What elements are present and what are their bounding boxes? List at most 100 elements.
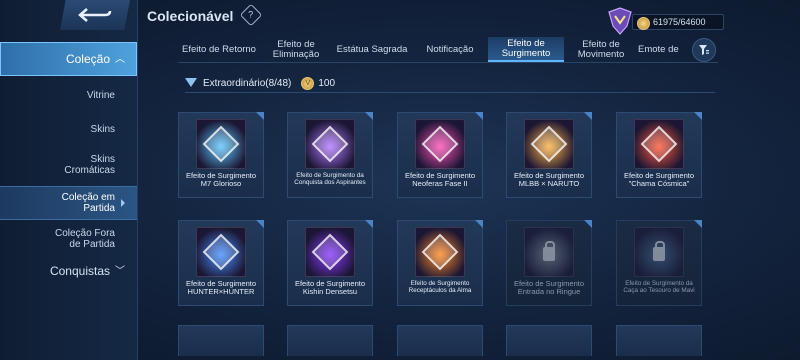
filter-icon (699, 45, 709, 55)
sidebar-item-colecao-em-partida[interactable]: Coleção em Partida (0, 186, 137, 220)
sidebar-item-label: Coleção (65, 51, 110, 66)
selected-indicator-icon (121, 199, 125, 207)
tab-label: Notificação (426, 43, 474, 55)
effect-card[interactable]: Efeito de Surgimento "Chama Cósmica" (616, 112, 702, 198)
sidebar-item-colecao-fora-de-partida[interactable]: Coleção Fora de Partida (0, 222, 137, 256)
sidebar-item-label: Coleção em Partida (61, 192, 115, 214)
tab-efeito-de-movimento[interactable]: Efeito de Movimento (564, 37, 638, 62)
tab-label: Efeito de Movimento (577, 38, 625, 60)
effect-card[interactable]: Efeito de Surgimento HUNTER×HUNTER (178, 220, 264, 306)
tab-label: Estátua Sagrada (336, 43, 408, 55)
card-corner-tag (584, 112, 592, 120)
tab-efeito-de-retorno[interactable]: Efeito de Retorno (178, 37, 260, 62)
tab-label: Emote de (638, 43, 679, 55)
card-corner-tag (694, 220, 702, 228)
effect-emblem-icon (421, 125, 459, 163)
chevron-down-icon: ﹀ (115, 265, 125, 277)
effect-card-name: Efeito de Surgimento M7 Glorioso (185, 171, 257, 188)
card-partial[interactable] (616, 325, 702, 356)
tab-efeito-de-eliminacao[interactable]: Efeito de Eliminação (260, 37, 332, 62)
effect-thumbnail (415, 119, 465, 169)
card-corner-tag (475, 112, 483, 120)
section-header: Extraordinário(8/48) V 100 (185, 74, 715, 93)
lock-icon (653, 241, 665, 261)
effect-card-name: Efeito de Surgimento Receptáculos da Alm… (408, 280, 472, 294)
effect-emblem-icon (202, 125, 240, 163)
sidebar-item-label: Coleção Fora de Partida (54, 228, 115, 250)
effect-card-name: Efeito de Surgimento Kishin Densetsu (294, 279, 366, 296)
card-corner-tag (256, 112, 264, 120)
coin-icon: V (301, 76, 315, 90)
card-partial[interactable] (397, 325, 483, 356)
help-icon[interactable]: ? (239, 3, 263, 27)
coin-icon (637, 17, 650, 30)
sidebar-item-label: Skins (90, 123, 115, 135)
effect-thumbnail (524, 119, 574, 169)
effect-emblem-icon (530, 125, 568, 163)
effect-card[interactable]: Efeito de Surgimento Receptáculos da Alm… (397, 220, 483, 306)
effect-card[interactable]: Efeito de Surgimento Neoferas Fase II (397, 112, 483, 198)
sidebar: Coleção ︿ Vitrine Skins Skins Cromáticas… (0, 0, 138, 360)
effect-card[interactable]: Efeito de Surgimento MLBB × NARUTO (506, 112, 592, 198)
sidebar-item-vitrine[interactable]: Vitrine (0, 80, 137, 110)
effect-card-name: Efeito de Surgimento Neoferas Fase II (404, 171, 476, 188)
tab-label: Efeito de Retorno (182, 43, 256, 55)
effect-card[interactable]: Efeito de Surgimento M7 Glorioso (178, 112, 264, 198)
card-corner-tag (256, 220, 264, 228)
effect-thumbnail (524, 227, 574, 277)
effect-emblem-icon (640, 125, 678, 163)
sidebar-item-conquistas[interactable]: Conquistas ﹀ (0, 260, 137, 282)
card-partial[interactable] (506, 325, 592, 356)
effect-emblem-icon (202, 233, 240, 271)
effect-card-name: Efeito de Surgimento MLBB × NARUTO (513, 171, 585, 188)
sidebar-item-skins-cromaticas[interactable]: Skins Cromáticas (0, 148, 137, 182)
chevron-up-icon: ︿ (115, 53, 125, 65)
card-partial[interactable] (178, 325, 264, 356)
tab-efeito-de-surgimento[interactable]: Efeito de Surgimento (488, 37, 564, 62)
effect-emblem-icon (421, 233, 459, 271)
back-arrow-icon (78, 8, 112, 22)
effect-thumbnail (196, 119, 246, 169)
section-points: 100 (318, 77, 336, 89)
effect-thumbnail (305, 227, 355, 277)
page-title: Colecionável (147, 8, 234, 24)
effect-card[interactable]: Efeito de Surgimento Entrada no Ringue (506, 220, 592, 306)
sidebar-item-label: Vitrine (86, 89, 115, 101)
effect-emblem-icon (311, 125, 349, 163)
effect-card[interactable]: Efeito de Surgimento Kishin Densetsu (287, 220, 373, 306)
sidebar-item-label: Conquistas (49, 263, 110, 278)
card-corner-tag (694, 112, 702, 120)
effect-card-name: Efeito de Surgimento da Caça ao Tesouro … (623, 280, 695, 294)
effect-thumbnail (634, 119, 684, 169)
effect-card-name: Efeito de Surgimento da Conquista dos As… (294, 172, 366, 186)
sidebar-item-colecao[interactable]: Coleção ︿ (0, 42, 137, 76)
card-corner-tag (475, 220, 483, 228)
card-corner-tag (365, 112, 373, 120)
effect-thumbnail (196, 227, 246, 277)
tab-label: Efeito de Surgimento (501, 37, 551, 59)
effect-emblem-icon (311, 233, 349, 271)
effect-card-name: Efeito de Surgimento "Chama Cósmica" (623, 171, 695, 188)
effect-card-name: Efeito de Surgimento Entrada no Ringue (513, 279, 585, 296)
medal-icon (608, 7, 632, 35)
section-title: Extraordinário(8/48) (203, 77, 292, 89)
filter-button[interactable] (692, 38, 716, 62)
card-partial[interactable] (287, 325, 373, 356)
triangle-down-icon (185, 78, 197, 87)
sidebar-item-label: Skins Cromáticas (64, 154, 115, 176)
card-corner-tag (365, 220, 373, 228)
effect-thumbnail (634, 227, 684, 277)
effect-card[interactable]: Efeito de Surgimento da Conquista dos As… (287, 112, 373, 198)
tab-notificacao[interactable]: Notificação (412, 37, 488, 62)
tab-estatua-sagrada[interactable]: Estátua Sagrada (332, 37, 412, 62)
effect-thumbnail (415, 227, 465, 277)
card-corner-tag (584, 220, 592, 228)
tab-bar: Efeito de Retorno Efeito de Eliminação E… (178, 37, 718, 63)
effect-card-name: Efeito de Surgimento HUNTER×HUNTER (185, 279, 257, 296)
sidebar-item-skins[interactable]: Skins (0, 114, 137, 144)
effect-thumbnail (305, 119, 355, 169)
lock-icon (543, 241, 555, 261)
effect-card[interactable]: Efeito de Surgimento da Caça ao Tesouro … (616, 220, 702, 306)
tab-emote[interactable]: Emote de (638, 37, 688, 62)
back-button[interactable] (60, 0, 130, 30)
